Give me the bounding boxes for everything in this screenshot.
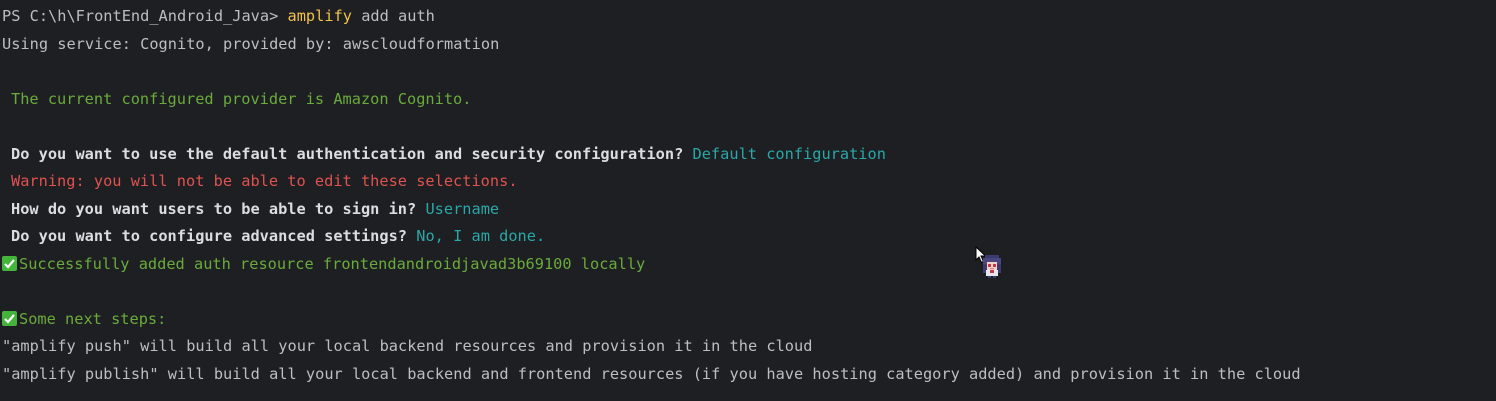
prompt-command: amplify (287, 7, 352, 25)
provider-line: The current configured provider is Amazo… (11, 90, 472, 108)
terminal-window[interactable]: PS C:\h\FrontEnd_Android_Java> amplify a… (0, 0, 1496, 401)
answer-text: Default configuration (692, 145, 886, 163)
next-steps-text: Some next steps: (19, 310, 167, 328)
question-text: Do you want to use the default authentic… (11, 145, 684, 163)
question-advanced-settings: Do you want to configure advanced settin… (11, 225, 545, 247)
prompt-args: add auth (361, 7, 435, 25)
publish-hint-line: "amplify publish" will build all your lo… (2, 365, 1301, 383)
question-default-config: Do you want to use the default authentic… (11, 143, 886, 165)
prompt-prefix: PS C:\h\FrontEnd_Android_Java> (2, 7, 279, 25)
question-text: How do you want users to be able to sign… (11, 200, 417, 218)
anime-character-sprite-icon (983, 255, 1001, 278)
question-text: Do you want to configure advanced settin… (11, 227, 408, 245)
warning-line: Warning: you will not be able to edit th… (11, 172, 518, 190)
success-text: Successfully added auth resource fronten… (19, 255, 646, 273)
answer-text: No, I am done. (416, 227, 546, 245)
service-line: Using service: Cognito, provided by: aws… (2, 35, 500, 53)
next-steps-heading: Some next steps: (2, 308, 166, 330)
answer-text: Username (425, 200, 500, 218)
success-line: Successfully added auth resource fronten… (2, 253, 645, 275)
question-sign-in: How do you want users to be able to sign… (11, 198, 499, 220)
push-hint-line: "amplify push" will build all your local… (2, 337, 813, 355)
prompt-line: PS C:\h\FrontEnd_Android_Java> amplify a… (2, 5, 435, 27)
check-mark-icon (2, 311, 17, 326)
check-mark-icon (2, 256, 17, 271)
